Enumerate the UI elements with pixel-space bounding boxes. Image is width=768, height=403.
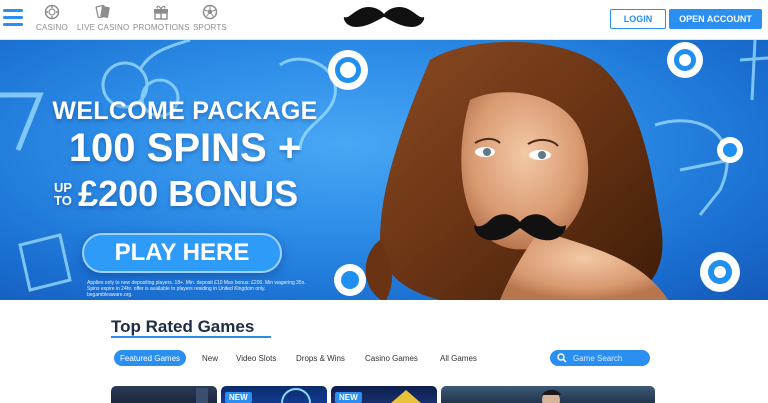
tab-drops-wins[interactable]: Drops & Wins	[296, 350, 345, 366]
cards-icon	[94, 4, 112, 20]
hero-upto-to: TO	[54, 193, 72, 208]
game-card[interactable]	[441, 386, 655, 403]
casino-chip-icon	[43, 4, 61, 20]
game-card-art	[542, 389, 561, 403]
game-search-input[interactable]	[573, 353, 648, 363]
hero-terms-text: Applies only to new depositing players. …	[87, 280, 306, 298]
game-card[interactable]	[111, 386, 217, 403]
nav-live-casino-label: LIVE CASINO	[77, 23, 130, 32]
hero-line-spins: 100 SPINS +	[68, 126, 302, 170]
gift-icon	[152, 4, 170, 20]
hamburger-menu-icon[interactable]	[3, 7, 23, 27]
search-icon	[557, 353, 567, 363]
hero-upto-label: UP TO	[54, 181, 72, 207]
game-card[interactable]: NEW	[331, 386, 437, 403]
tab-featured-games[interactable]: Featured Games	[114, 350, 187, 366]
game-card-art	[196, 388, 208, 403]
section-title: Top Rated Games	[111, 317, 255, 336]
tab-new[interactable]: New	[202, 350, 218, 366]
play-here-button[interactable]: PLAY HERE	[82, 233, 282, 273]
mustache-logo[interactable]	[342, 5, 426, 33]
nav-promotions-label: PROMOTIONS	[133, 23, 190, 32]
football-icon	[201, 4, 219, 20]
tab-casino-games[interactable]: Casino Games	[365, 350, 418, 366]
nav-sports-label: SPORTS	[193, 23, 227, 32]
open-account-button[interactable]: OPEN ACCOUNT	[669, 9, 762, 29]
game-search[interactable]	[550, 350, 650, 366]
nav-live-casino[interactable]: LIVE CASINO	[77, 4, 129, 32]
nav-casino-label: CASINO	[36, 23, 68, 32]
nav-casino[interactable]: CASINO	[36, 4, 68, 32]
hero-line-welcome: WELCOME PACKAGE	[52, 97, 318, 125]
hero-bonus-amount: £200 BONUS	[78, 173, 299, 214]
top-header: CASINO LIVE CASINO PROMOTIONS SPORTS LOG…	[0, 0, 768, 40]
nav-promotions[interactable]: PROMOTIONS	[133, 4, 190, 32]
tab-all-games[interactable]: All Games	[440, 350, 477, 366]
nav-sports[interactable]: SPORTS	[193, 4, 227, 32]
title-underline	[111, 336, 271, 338]
new-badge: NEW	[225, 392, 252, 403]
new-badge: NEW	[335, 392, 362, 403]
game-card[interactable]: NEW	[221, 386, 327, 403]
hero-line-bonus: UP TO £200 BONUS	[54, 173, 298, 215]
tab-video-slots[interactable]: Video Slots	[236, 350, 276, 366]
login-button[interactable]: LOGIN	[610, 9, 666, 29]
hero-banner[interactable]: WELCOME PACKAGE 100 SPINS + UP TO £200 B…	[0, 40, 768, 300]
